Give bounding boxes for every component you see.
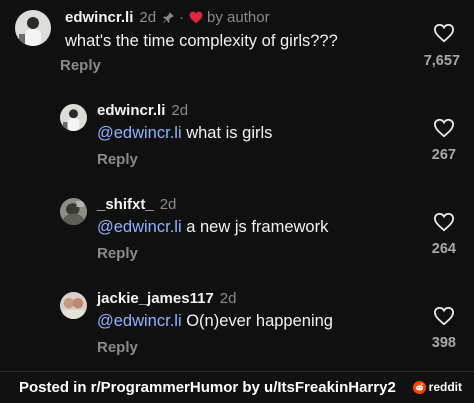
- comment-username[interactable]: edwincr.li: [97, 102, 165, 119]
- comment-text: @edwincr.li a new js framework: [97, 218, 328, 237]
- attribution-text: Posted in r/ProgrammerHumor by u/ItsFrea…: [19, 379, 396, 396]
- like-count: 7,657: [423, 53, 460, 69]
- like-count: 264: [431, 241, 456, 257]
- reply-button[interactable]: Reply: [60, 57, 101, 74]
- heart-icon: [189, 11, 203, 24]
- comment-timestamp: 2d: [219, 290, 237, 307]
- comment-username[interactable]: jackie_james117: [97, 290, 214, 307]
- reddit-logo-icon: [412, 380, 426, 394]
- separator-dot: ·: [179, 9, 185, 26]
- comment-body: what is girls: [181, 124, 273, 142]
- comment-timestamp: 2d: [159, 196, 177, 213]
- comment-text: @edwincr.li O(n)ever happening: [97, 312, 333, 331]
- reddit-wordmark: reddit: [428, 380, 462, 394]
- comment-body: O(n)ever happening: [181, 312, 333, 330]
- comment-mention[interactable]: @edwincr.li: [97, 312, 182, 330]
- comment-text: what's the time complexity of girls???: [65, 32, 338, 51]
- heart-outline-icon: [433, 23, 455, 43]
- avatar[interactable]: [15, 10, 51, 46]
- like-count: 267: [431, 147, 456, 163]
- comment-timestamp: 2d: [139, 9, 157, 26]
- avatar[interactable]: [60, 292, 87, 319]
- comment-username[interactable]: edwincr.li: [65, 9, 133, 26]
- reply-button[interactable]: Reply: [97, 245, 138, 262]
- comment-mention[interactable]: @edwincr.li: [97, 124, 182, 142]
- like-count: 398: [431, 335, 456, 351]
- avatar[interactable]: [60, 198, 87, 225]
- like-button[interactable]: [431, 210, 457, 234]
- comment-timestamp: 2d: [171, 102, 189, 119]
- heart-outline-icon: [433, 212, 455, 232]
- comment-username[interactable]: _shifxt_: [97, 196, 154, 213]
- reply-button[interactable]: Reply: [97, 151, 138, 168]
- heart-outline-icon: [433, 118, 455, 138]
- heart-outline-icon: [433, 306, 455, 326]
- pin-icon: [162, 11, 175, 24]
- like-button[interactable]: [431, 21, 457, 45]
- comment-body: a new js framework: [181, 218, 329, 236]
- comment-mention[interactable]: @edwincr.li: [97, 218, 182, 236]
- comment-body: what's the time complexity of girls???: [65, 32, 338, 50]
- reddit-badge: reddit: [412, 380, 462, 394]
- reply-button[interactable]: Reply: [97, 339, 138, 356]
- like-button[interactable]: [431, 304, 457, 328]
- like-button[interactable]: [431, 116, 457, 140]
- by-author-label: by author: [207, 9, 270, 26]
- avatar[interactable]: [60, 104, 87, 131]
- comment-text: @edwincr.li what is girls: [97, 124, 272, 143]
- attribution-footer: Posted in r/ProgrammerHumor by u/ItsFrea…: [0, 371, 474, 403]
